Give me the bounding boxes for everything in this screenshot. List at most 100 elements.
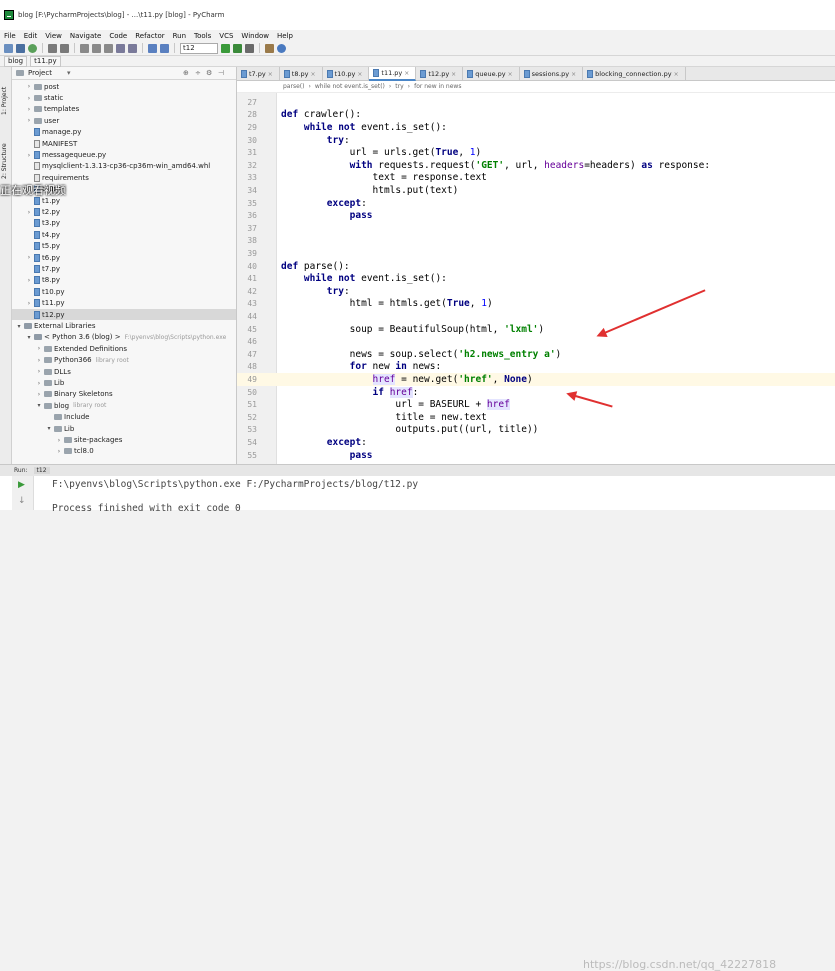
menu-help[interactable]: Help: [277, 32, 293, 40]
close-icon[interactable]: ×: [508, 71, 513, 78]
nav-crumb-project[interactable]: blog: [4, 55, 28, 67]
code-line[interactable]: 39: [237, 247, 835, 260]
editor-crumb[interactable]: parse(): [283, 83, 304, 90]
tree-item[interactable]: › user: [12, 115, 236, 126]
back-icon[interactable]: [148, 43, 157, 53]
code-line[interactable]: 51 url = BASEURL + href: [237, 398, 835, 411]
chevron-right-icon[interactable]: ›: [36, 357, 42, 364]
structure-tool-tab[interactable]: 2: Structure: [1, 143, 8, 179]
chevron-down-icon[interactable]: ▾: [26, 334, 32, 341]
replace-icon[interactable]: [128, 43, 137, 53]
chevron-right-icon[interactable]: ›: [36, 368, 42, 375]
tree-item[interactable]: › templates: [12, 104, 236, 115]
run-console[interactable]: ▶ ↓ F:\pyenvs\blog\Scripts\python.exe F:…: [0, 476, 835, 971]
editor-tab[interactable]: queue.py ×: [463, 67, 520, 81]
tree-item[interactable]: › Lib: [12, 377, 236, 388]
code-line[interactable]: 46: [237, 335, 835, 348]
help-icon[interactable]: [277, 43, 286, 53]
code-line[interactable]: 50 if href:: [237, 386, 835, 399]
settings-icon[interactable]: [265, 43, 274, 53]
tree-item[interactable]: t10.py: [12, 286, 236, 297]
tree-item[interactable]: t5.py: [12, 241, 236, 252]
code-editor[interactable]: parse() › while not event.is_set() › try…: [237, 81, 835, 464]
run-tab[interactable]: t12: [33, 467, 50, 474]
undo-icon[interactable]: [48, 43, 57, 53]
chevron-right-icon[interactable]: ›: [26, 117, 32, 124]
tree-item[interactable]: › Python366 library root: [12, 355, 236, 366]
editor-tab[interactable]: blocking_connection.py ×: [583, 67, 686, 81]
editor-tab[interactable]: t11.py ×: [369, 67, 417, 81]
menu-vcs[interactable]: VCS: [219, 32, 233, 40]
tree-item[interactable]: › Extended Definitions: [12, 343, 236, 354]
code-line[interactable]: 53 outputs.put((url, title)): [237, 424, 835, 437]
close-icon[interactable]: ×: [451, 71, 456, 78]
code-line[interactable]: 29 while not event.is_set():: [237, 121, 835, 134]
close-icon[interactable]: ×: [268, 71, 273, 78]
menu-code[interactable]: Code: [109, 32, 127, 40]
menu-refactor[interactable]: Refactor: [135, 32, 164, 40]
chevron-right-icon[interactable]: ›: [26, 209, 32, 216]
menu-window[interactable]: Window: [241, 32, 269, 40]
nav-crumb-file[interactable]: t11.py: [30, 55, 61, 67]
code-line[interactable]: 35 except:: [237, 197, 835, 210]
tree-item[interactable]: › static: [12, 92, 236, 103]
chevron-right-icon[interactable]: ›: [26, 277, 32, 284]
chevron-right-icon[interactable]: ›: [26, 83, 32, 90]
close-icon[interactable]: ×: [674, 71, 679, 78]
code-line[interactable]: 30 try:: [237, 134, 835, 147]
forward-icon[interactable]: [160, 43, 169, 53]
scroll-down-icon[interactable]: ↓: [18, 496, 26, 506]
tree-item[interactable]: › DLLs: [12, 366, 236, 377]
chevron-right-icon[interactable]: ›: [26, 106, 32, 113]
code-line[interactable]: 44: [237, 310, 835, 323]
hide-panel-icon[interactable]: ⊣: [218, 69, 224, 77]
menu-view[interactable]: View: [45, 32, 62, 40]
tree-item[interactable]: mysqlclient-1.3.13-cp36-cp36m-win_amd64.…: [12, 161, 236, 172]
code-line[interactable]: 38: [237, 235, 835, 248]
code-line[interactable]: 32 with requests.request('GET', url, hea…: [237, 159, 835, 172]
tree-item[interactable]: › Binary Skeletons: [12, 389, 236, 400]
menu-edit[interactable]: Edit: [24, 32, 38, 40]
tree-item[interactable]: t4.py: [12, 229, 236, 240]
sync-icon[interactable]: [28, 43, 37, 53]
sync-scroll-icon[interactable]: ⊕: [183, 69, 189, 77]
chevron-down-icon[interactable]: ▾: [46, 425, 52, 432]
collapse-all-icon[interactable]: ÷: [195, 69, 201, 77]
run-config-select[interactable]: t12: [180, 42, 218, 54]
stop-icon[interactable]: [245, 43, 254, 53]
close-icon[interactable]: ×: [571, 71, 576, 78]
code-line[interactable]: 37: [237, 222, 835, 235]
code-line[interactable]: 28 def crawler():: [237, 109, 835, 122]
chevron-right-icon[interactable]: ›: [36, 391, 42, 398]
tree-item[interactable]: Include: [12, 412, 236, 423]
paste-icon[interactable]: [104, 43, 113, 53]
menu-file[interactable]: File: [4, 32, 16, 40]
chevron-right-icon[interactable]: ›: [36, 380, 42, 387]
chevron-right-icon[interactable]: ›: [26, 95, 32, 102]
tree-item[interactable]: › t8.py: [12, 275, 236, 286]
editor-crumb[interactable]: while not event.is_set(): [315, 83, 385, 90]
tree-item[interactable]: › tcl8.0: [12, 446, 236, 457]
debug-icon[interactable]: [233, 43, 242, 53]
editor-tab[interactable]: t7.py ×: [237, 67, 280, 81]
close-icon[interactable]: ×: [404, 70, 409, 77]
code-line[interactable]: 42 try:: [237, 285, 835, 298]
code-line[interactable]: 34 htmls.put(text): [237, 184, 835, 197]
code-line[interactable]: 49 href = new.get('href', None): [237, 373, 835, 386]
tree-item[interactable]: MANIFEST: [12, 138, 236, 149]
chevron-down-icon[interactable]: ▾: [36, 402, 42, 409]
close-icon[interactable]: ×: [357, 71, 362, 78]
code-line[interactable]: 43 html = htmls.get(True, 1): [237, 298, 835, 311]
code-line[interactable]: 36 pass: [237, 209, 835, 222]
editor-tab[interactable]: t12.py ×: [416, 67, 464, 81]
tree-item[interactable]: › messagequeue.py: [12, 149, 236, 160]
code-line[interactable]: 48 for new in news:: [237, 361, 835, 374]
tree-item[interactable]: › t6.py: [12, 252, 236, 263]
tree-item[interactable]: t3.py: [12, 218, 236, 229]
editor-crumb[interactable]: for new in news: [414, 83, 461, 90]
chevron-down-icon[interactable]: ▾: [67, 69, 71, 77]
chevron-right-icon[interactable]: ›: [26, 254, 32, 261]
redo-icon[interactable]: [60, 43, 69, 53]
copy-icon[interactable]: [92, 43, 101, 53]
tree-item[interactable]: t12.py: [12, 309, 236, 321]
